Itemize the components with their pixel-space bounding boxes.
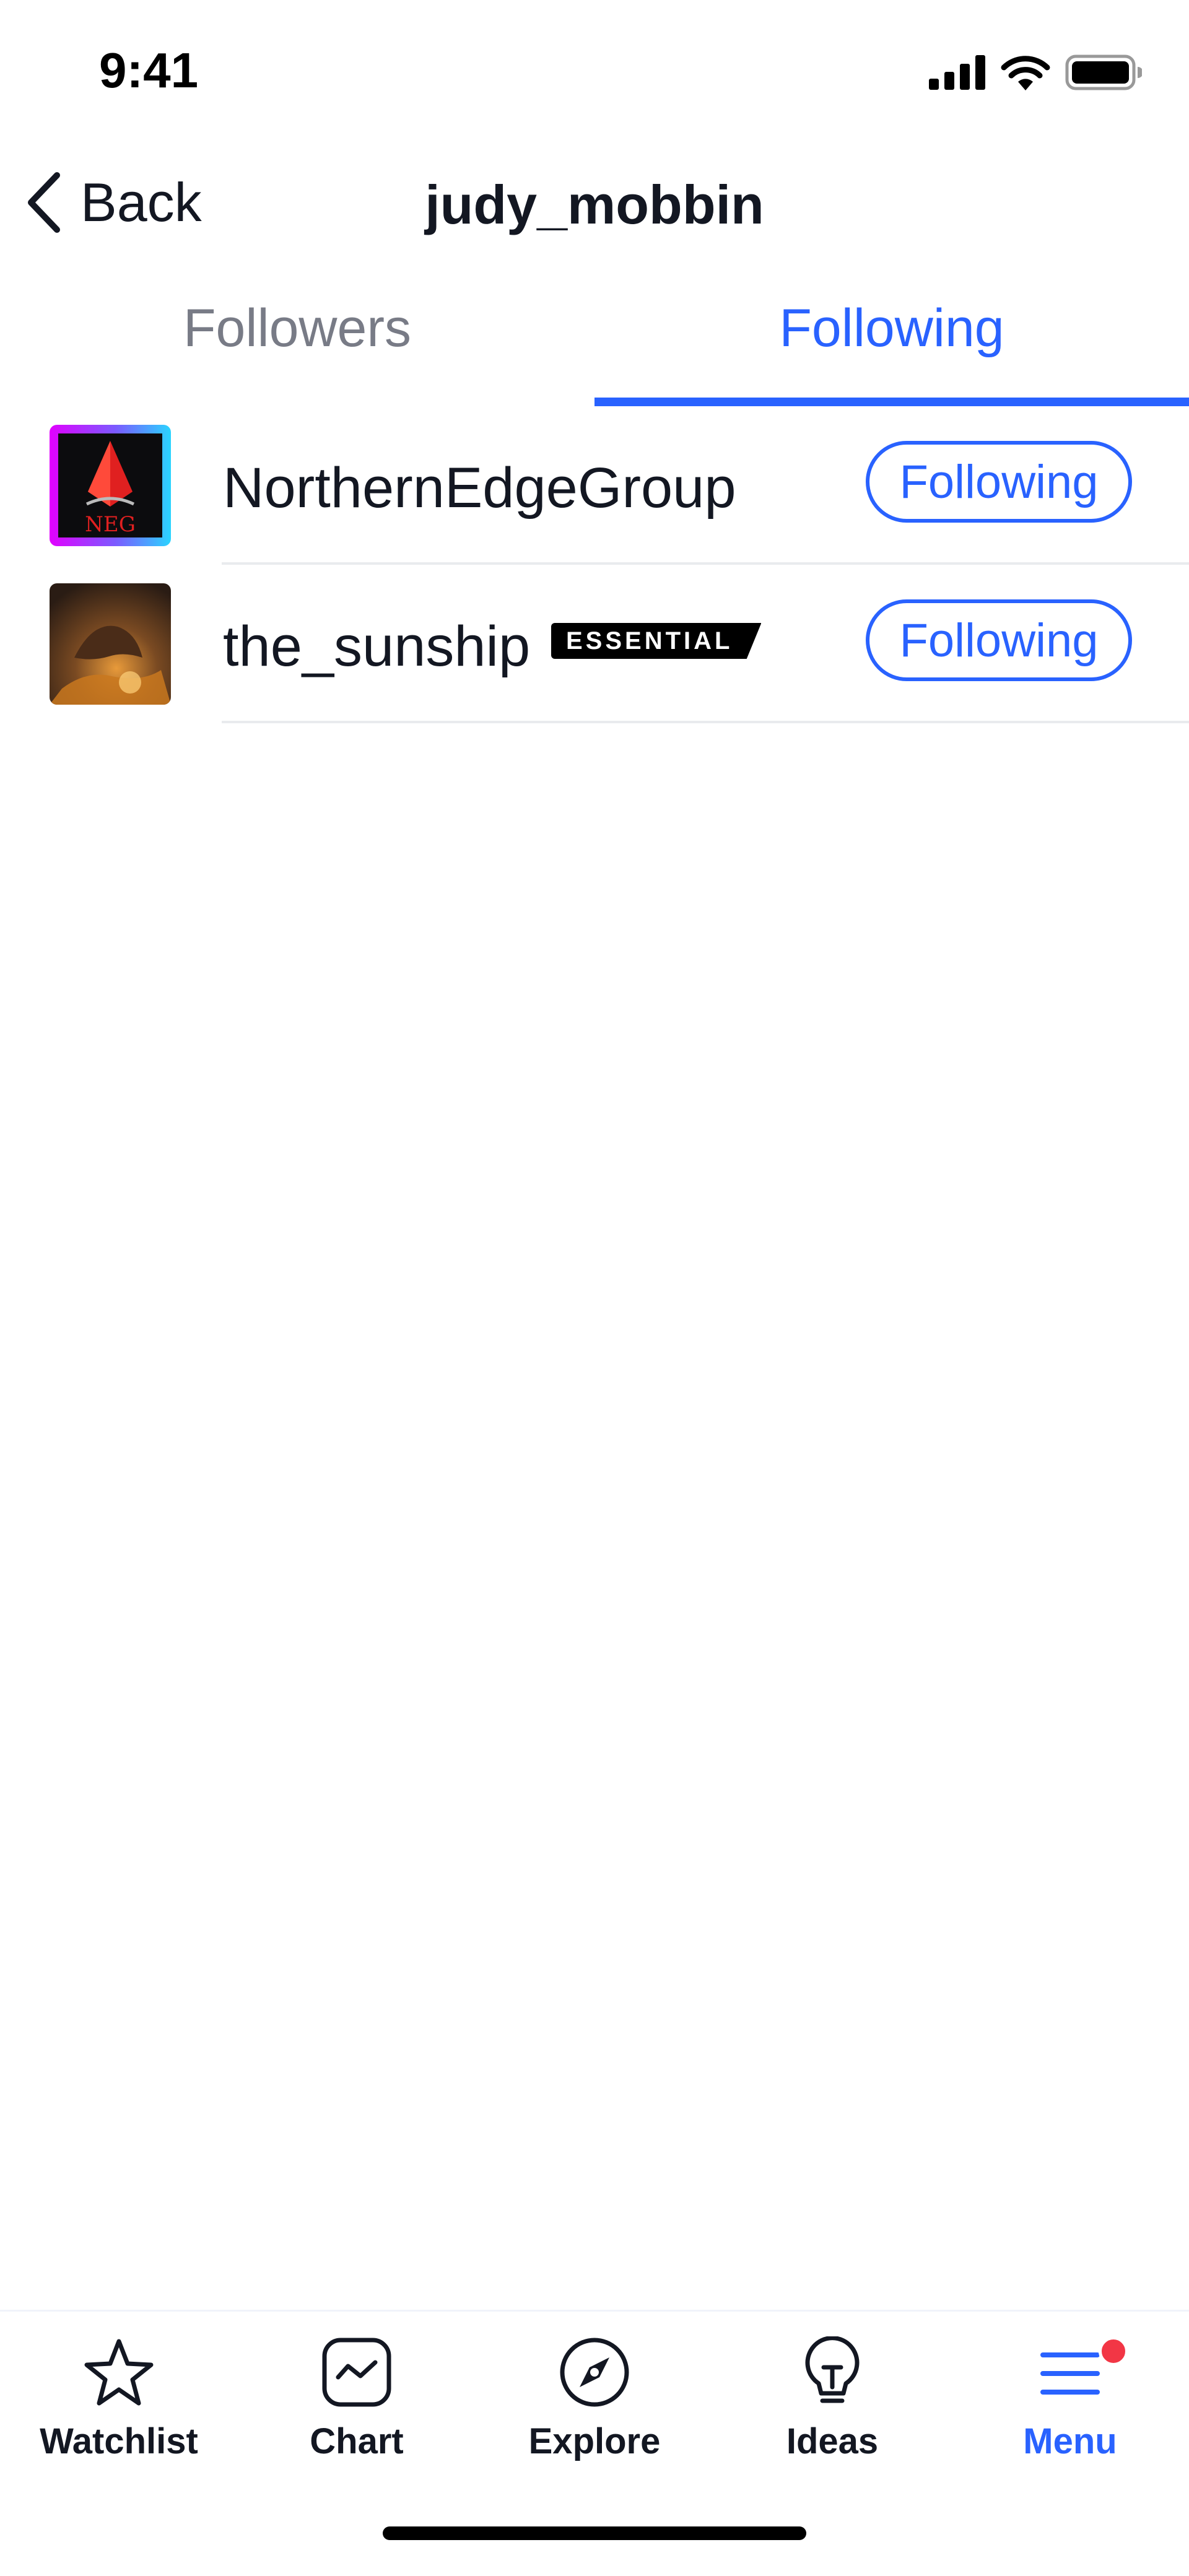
tab-menu[interactable]: Menu: [951, 2336, 1189, 2485]
tab-explore[interactable]: Explore: [476, 2336, 713, 2485]
user-name[interactable]: NorthernEdgeGroup: [223, 456, 736, 521]
avatar[interactable]: NEG: [50, 425, 171, 546]
signal-icon: [929, 55, 985, 90]
user-name[interactable]: the_sunship: [223, 614, 530, 679]
status-bar: 9:41: [0, 0, 1189, 136]
following-list: NEG NorthernEdgeGroup Following the_suns…: [0, 406, 1189, 723]
tab-bar: Followers Following: [0, 272, 1189, 406]
tab-label: Chart: [310, 2421, 404, 2461]
tab-watchlist[interactable]: Watchlist: [0, 2336, 238, 2485]
tab-following[interactable]: Following: [594, 272, 1189, 406]
navigation-bar: Back judy_mobbin: [0, 142, 1189, 266]
page-title: judy_mobbin: [425, 174, 764, 235]
list-item[interactable]: the_sunship ESSENTIAL Following: [0, 565, 1189, 723]
status-icons: [929, 54, 1142, 90]
tab-label: Explore: [528, 2421, 661, 2461]
compass-icon: [560, 2338, 629, 2407]
tab-chart[interactable]: Chart: [238, 2336, 476, 2485]
active-tab-indicator: [594, 398, 1189, 406]
status-time: 9:41: [99, 43, 199, 98]
avatar[interactable]: [50, 583, 171, 705]
wifi-icon: [1001, 56, 1050, 90]
essential-badge: ESSENTIAL: [551, 623, 762, 659]
notification-dot: [1099, 2336, 1128, 2366]
menu-icon: [1040, 2352, 1100, 2395]
chart-icon: [322, 2338, 391, 2407]
star-icon: [84, 2339, 154, 2406]
battery-icon: [1065, 54, 1142, 90]
tab-label: Ideas: [786, 2421, 879, 2461]
tab-label: Watchlist: [40, 2421, 198, 2461]
tab-ideas[interactable]: Ideas: [713, 2336, 951, 2485]
tab-followers[interactable]: Followers: [0, 272, 594, 406]
svg-text:NEG: NEG: [85, 512, 136, 537]
home-indicator: [383, 2526, 806, 2540]
following-button[interactable]: Following: [866, 441, 1132, 523]
tab-label: Menu: [1023, 2421, 1117, 2461]
following-button[interactable]: Following: [866, 599, 1132, 681]
list-item[interactable]: NEG NorthernEdgeGroup Following: [0, 406, 1189, 565]
divider: [222, 721, 1189, 723]
lightbulb-icon: [805, 2336, 860, 2403]
